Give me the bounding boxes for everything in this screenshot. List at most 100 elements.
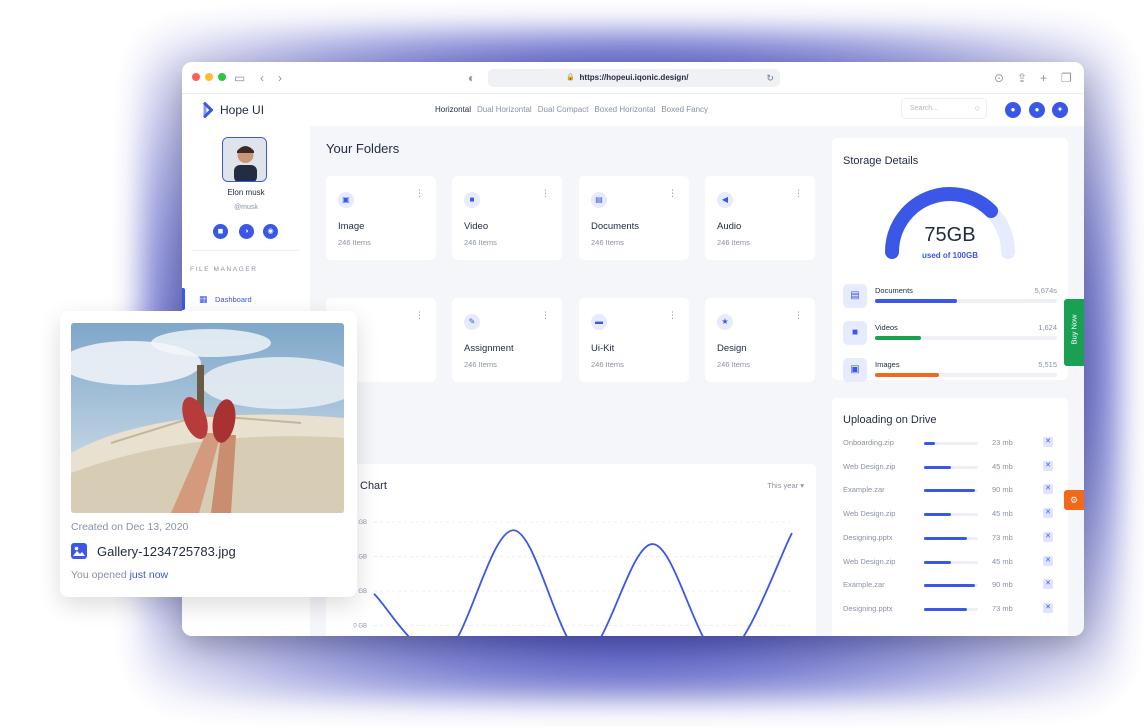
cancel-upload-icon[interactable]: ✕	[1043, 555, 1053, 566]
social-button-1[interactable]: ◼	[213, 224, 228, 239]
storage-bar	[875, 373, 1057, 377]
more-options-icon[interactable]: ⋮	[794, 189, 803, 198]
avatar[interactable]	[222, 137, 267, 182]
more-options-icon[interactable]: ⋮	[541, 311, 550, 320]
upload-progress-fill	[924, 442, 935, 445]
folder-card[interactable]: ▣ ⋮ Image 246 Items	[326, 176, 436, 260]
video-icon: ■	[464, 192, 480, 208]
upload-progress	[924, 513, 978, 517]
upload-file-name: Web Design.zip	[843, 509, 896, 519]
folder-name: Image	[338, 221, 365, 232]
folder-name: Documents	[591, 221, 640, 232]
more-options-icon[interactable]: ⋮	[668, 311, 677, 320]
upload-progress-fill	[924, 584, 976, 588]
recent-file-card[interactable]: Created on Dec 13, 2020 Gallery-12347257…	[60, 311, 357, 597]
upload-progress-fill	[924, 560, 951, 564]
kit-icon: ▬	[591, 314, 607, 330]
window-controls	[192, 73, 226, 81]
more-options-icon[interactable]: ⋮	[415, 189, 424, 198]
close-window-button[interactable]	[192, 73, 200, 81]
cancel-upload-icon[interactable]: ✕	[1043, 484, 1053, 495]
upload-progress	[924, 442, 978, 445]
cancel-upload-icon[interactable]: ✕	[1043, 579, 1053, 590]
social-icon: ◑	[244, 228, 249, 235]
nav-horizontal[interactable]: Horizontal	[435, 105, 471, 114]
storage-bar	[875, 336, 1057, 340]
storage-bar-fill	[875, 336, 921, 340]
shield-icon[interactable]: ◐	[468, 70, 475, 86]
maximize-window-button[interactable]	[218, 73, 226, 81]
upload-row: Onboarding.zip 23 mb ✕	[843, 436, 1057, 450]
more-options-icon[interactable]: ⋮	[668, 189, 677, 198]
back-icon[interactable]: ‹	[260, 70, 264, 86]
upload-progress-fill	[924, 465, 951, 469]
more-options-icon[interactable]: ⋮	[415, 311, 424, 320]
more-options-icon[interactable]: ⋮	[541, 189, 550, 198]
folder-count: 246 Items	[464, 360, 497, 369]
notification-button[interactable]: ●	[1005, 102, 1021, 118]
cancel-upload-icon[interactable]: ✕	[1043, 508, 1053, 519]
folder-card[interactable]: ▤ ⋮ Documents 246 Items	[579, 176, 689, 260]
document-icon: ▤	[843, 284, 867, 308]
cancel-upload-icon[interactable]: ✕	[1043, 531, 1053, 542]
address-bar[interactable]: 🔒 https://hopeui.iqonic.design/ ↻	[488, 69, 780, 87]
folder-card[interactable]: ▬ ⋮ Ui-Kit 246 Items	[579, 298, 689, 382]
upload-size: 45 mb	[992, 461, 1013, 471]
cancel-upload-icon[interactable]: ✕	[1043, 437, 1053, 447]
profile-button[interactable]: ●	[1029, 102, 1045, 118]
cancel-upload-icon[interactable]: ✕	[1043, 460, 1053, 471]
storage-details-card: Storage Details 75GB used of 100GB ▤ Doc…	[832, 138, 1068, 382]
forward-icon[interactable]: ›	[278, 70, 282, 86]
storage-used-of: used of 100GB	[921, 251, 978, 260]
upload-title: Uploading on Drive	[843, 414, 937, 426]
nav-dual-compact[interactable]: Dual Compact	[538, 105, 589, 114]
series-line	[373, 529, 793, 636]
file-name[interactable]: Gallery-1234725783.jpg	[97, 544, 236, 559]
storage-row: ▣ Images 5,515	[843, 358, 1057, 386]
customizer-button[interactable]: ⚙	[1064, 490, 1084, 510]
nav-boxed-fancy[interactable]: Boxed Fancy	[661, 105, 708, 114]
upload-file-name: Example.zar	[843, 580, 885, 590]
folder-card[interactable]: ✎ ⋮ Assignment 246 Items	[452, 298, 562, 382]
settings-button[interactable]: ✦	[1052, 102, 1068, 118]
opened-link[interactable]: just now	[130, 569, 169, 581]
upload-progress	[924, 560, 978, 564]
video-icon: ■	[843, 321, 867, 345]
photo-preview[interactable]	[71, 323, 344, 513]
upload-progress	[924, 607, 978, 611]
storage-label: Videos	[875, 323, 898, 332]
nav-boxed-horizontal[interactable]: Boxed Horizontal	[594, 105, 655, 114]
more-options-icon[interactable]: ⋮	[794, 311, 803, 320]
social-button-3[interactable]: ◉	[263, 224, 278, 239]
reload-icon[interactable]: ↻	[766, 69, 774, 87]
user-handle: @musk	[234, 204, 258, 211]
hammock-photo	[71, 323, 344, 513]
folder-card[interactable]: ★ ⋮ Design 246 Items	[705, 298, 815, 382]
activity-chart: 0 GB0 GB0 GB0 GB20 GBJanFebMarAprMayJunJ…	[353, 520, 793, 636]
upload-progress	[924, 465, 978, 469]
folder-card[interactable]: ◀ ⋮ Audio 246 Items	[705, 176, 815, 260]
chart-range-label: This year	[767, 481, 799, 490]
download-icon[interactable]: ⊙	[994, 70, 1004, 86]
storage-bar	[875, 299, 1057, 303]
search-input[interactable]: Search... ○	[901, 98, 987, 119]
social-button-2[interactable]: ◑	[239, 224, 254, 239]
share-icon[interactable]: ⇪	[1017, 70, 1027, 86]
upload-progress-fill	[924, 513, 951, 517]
tabs-overview-icon[interactable]: ❐	[1061, 70, 1072, 86]
image-glyph	[73, 546, 85, 556]
nav-dual-horizontal[interactable]: Dual Horizontal	[477, 105, 532, 114]
cancel-upload-icon[interactable]: ✕	[1043, 602, 1053, 613]
new-tab-icon[interactable]: +	[1040, 70, 1047, 86]
storage-bar-fill	[875, 299, 957, 303]
chart-range-dropdown[interactable]: This year ▾	[767, 481, 804, 490]
buy-now-button[interactable]: Buy Now	[1064, 299, 1084, 366]
upload-file-name: Onboarding.zip	[843, 438, 894, 447]
upload-size: 90 mb	[992, 580, 1013, 590]
sidebar-item-dashboard[interactable]: ▦ Dashboard	[182, 288, 310, 310]
app-name[interactable]: Hope UI	[220, 103, 264, 117]
folder-name: Assignment	[464, 343, 514, 354]
sidebar-toggle-icon[interactable]: ▭	[234, 70, 245, 86]
minimize-window-button[interactable]	[205, 73, 213, 81]
folder-card[interactable]: ■ ⋮ Video 246 Items	[452, 176, 562, 260]
